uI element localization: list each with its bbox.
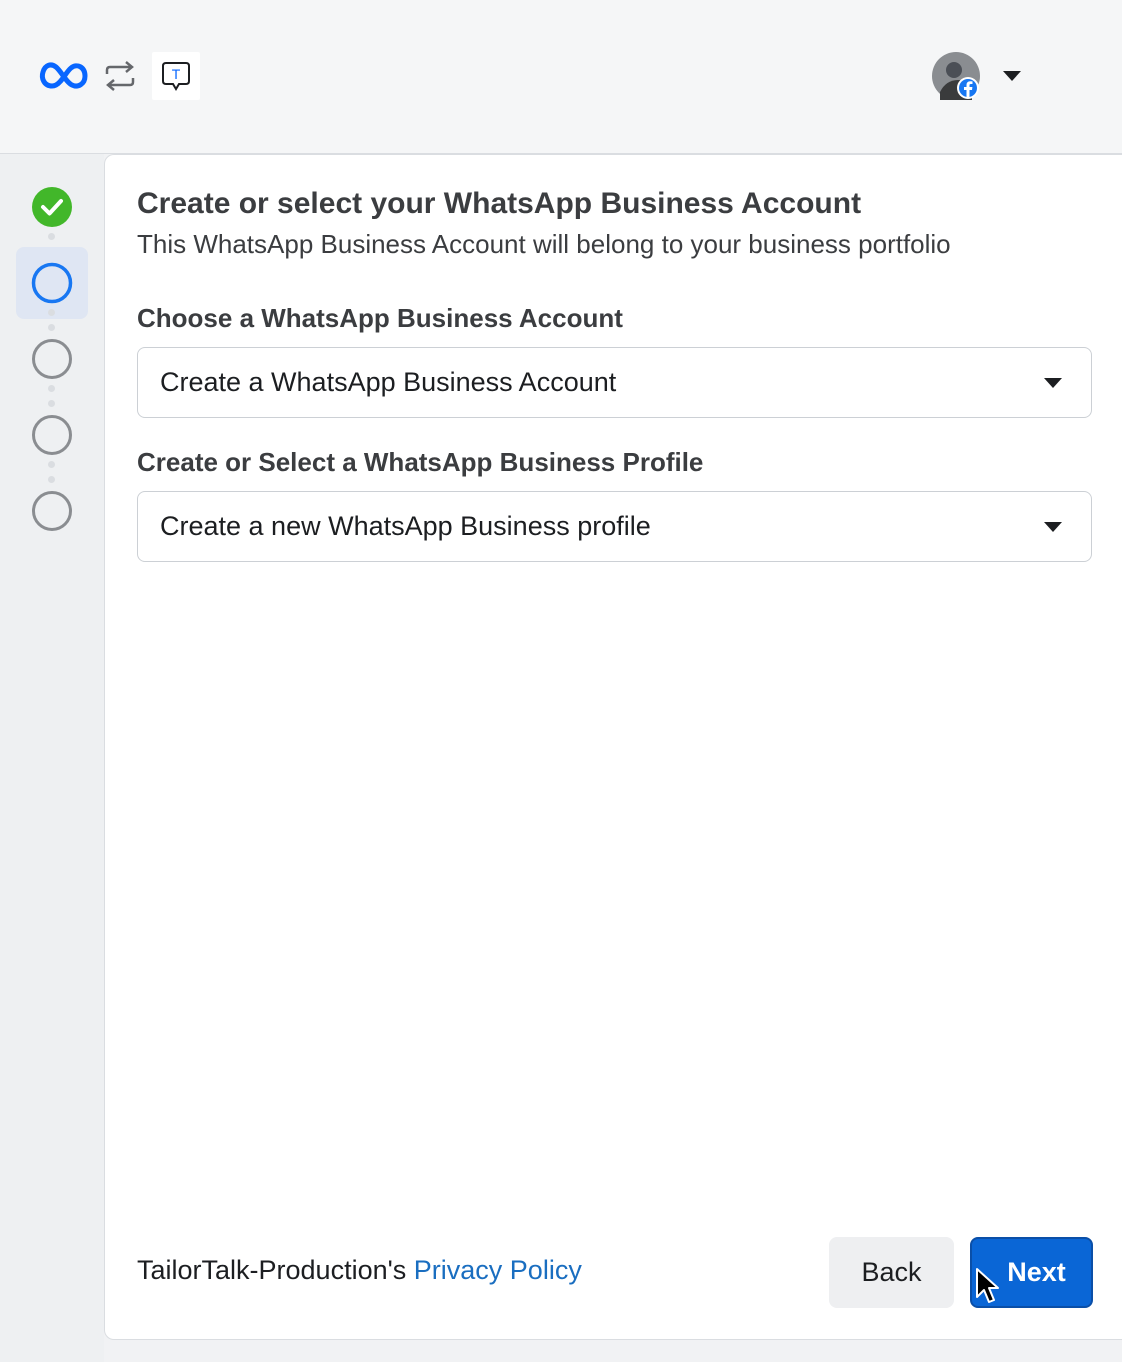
owner-text: TailorTalk-Production's <box>137 1255 407 1285</box>
profile-field-label: Create or Select a WhatsApp Business Pro… <box>137 447 704 477</box>
progress-stepper <box>0 154 104 1362</box>
profile-select-value: Create a new WhatsApp Business profile <box>160 511 651 541</box>
step-connector-dot <box>48 233 55 240</box>
step-connector-dot <box>48 476 55 483</box>
account-select-value: Create a WhatsApp Business Account <box>160 367 617 397</box>
step-connector-dot <box>48 309 55 316</box>
profile-avatar-icon[interactable] <box>932 52 980 100</box>
step-current-icon <box>31 262 73 304</box>
privacy-policy-link[interactable]: Privacy Policy <box>414 1255 582 1285</box>
step-pending-icon <box>32 415 72 455</box>
step-pending-icon <box>32 491 72 531</box>
step-connector-dot <box>48 385 55 392</box>
page-subtitle: This WhatsApp Business Account will belo… <box>137 229 951 259</box>
chevron-down-icon <box>1044 522 1062 532</box>
meta-logo-icon[interactable] <box>38 56 90 96</box>
chevron-down-icon <box>1044 378 1062 388</box>
profile-select[interactable]: Create a new WhatsApp Business profile <box>137 491 1092 562</box>
step-pending-icon <box>32 339 72 379</box>
step-connector-dot <box>48 400 55 407</box>
app-badge[interactable]: T <box>152 52 200 100</box>
mouse-cursor-icon <box>976 1268 999 1303</box>
account-field-label: Choose a WhatsApp Business Account <box>137 303 623 333</box>
step-connector-dot <box>48 461 55 468</box>
step-connector-dot <box>48 324 55 331</box>
swap-arrows-icon[interactable] <box>101 58 139 94</box>
app-badge-letter: T <box>172 66 181 82</box>
chat-bubble-icon: T <box>162 62 190 91</box>
account-select[interactable]: Create a WhatsApp Business Account <box>137 347 1092 418</box>
top-bar: T <box>0 0 1122 154</box>
check-icon <box>32 187 72 227</box>
caret-down-icon[interactable] <box>1002 70 1022 82</box>
back-button[interactable]: Back <box>829 1237 954 1308</box>
signup-card: Create or select your WhatsApp Business … <box>104 154 1122 1340</box>
page-title: Create or select your WhatsApp Business … <box>137 187 862 220</box>
privacy-footer: TailorTalk-Production's Privacy Policy <box>137 1255 582 1286</box>
